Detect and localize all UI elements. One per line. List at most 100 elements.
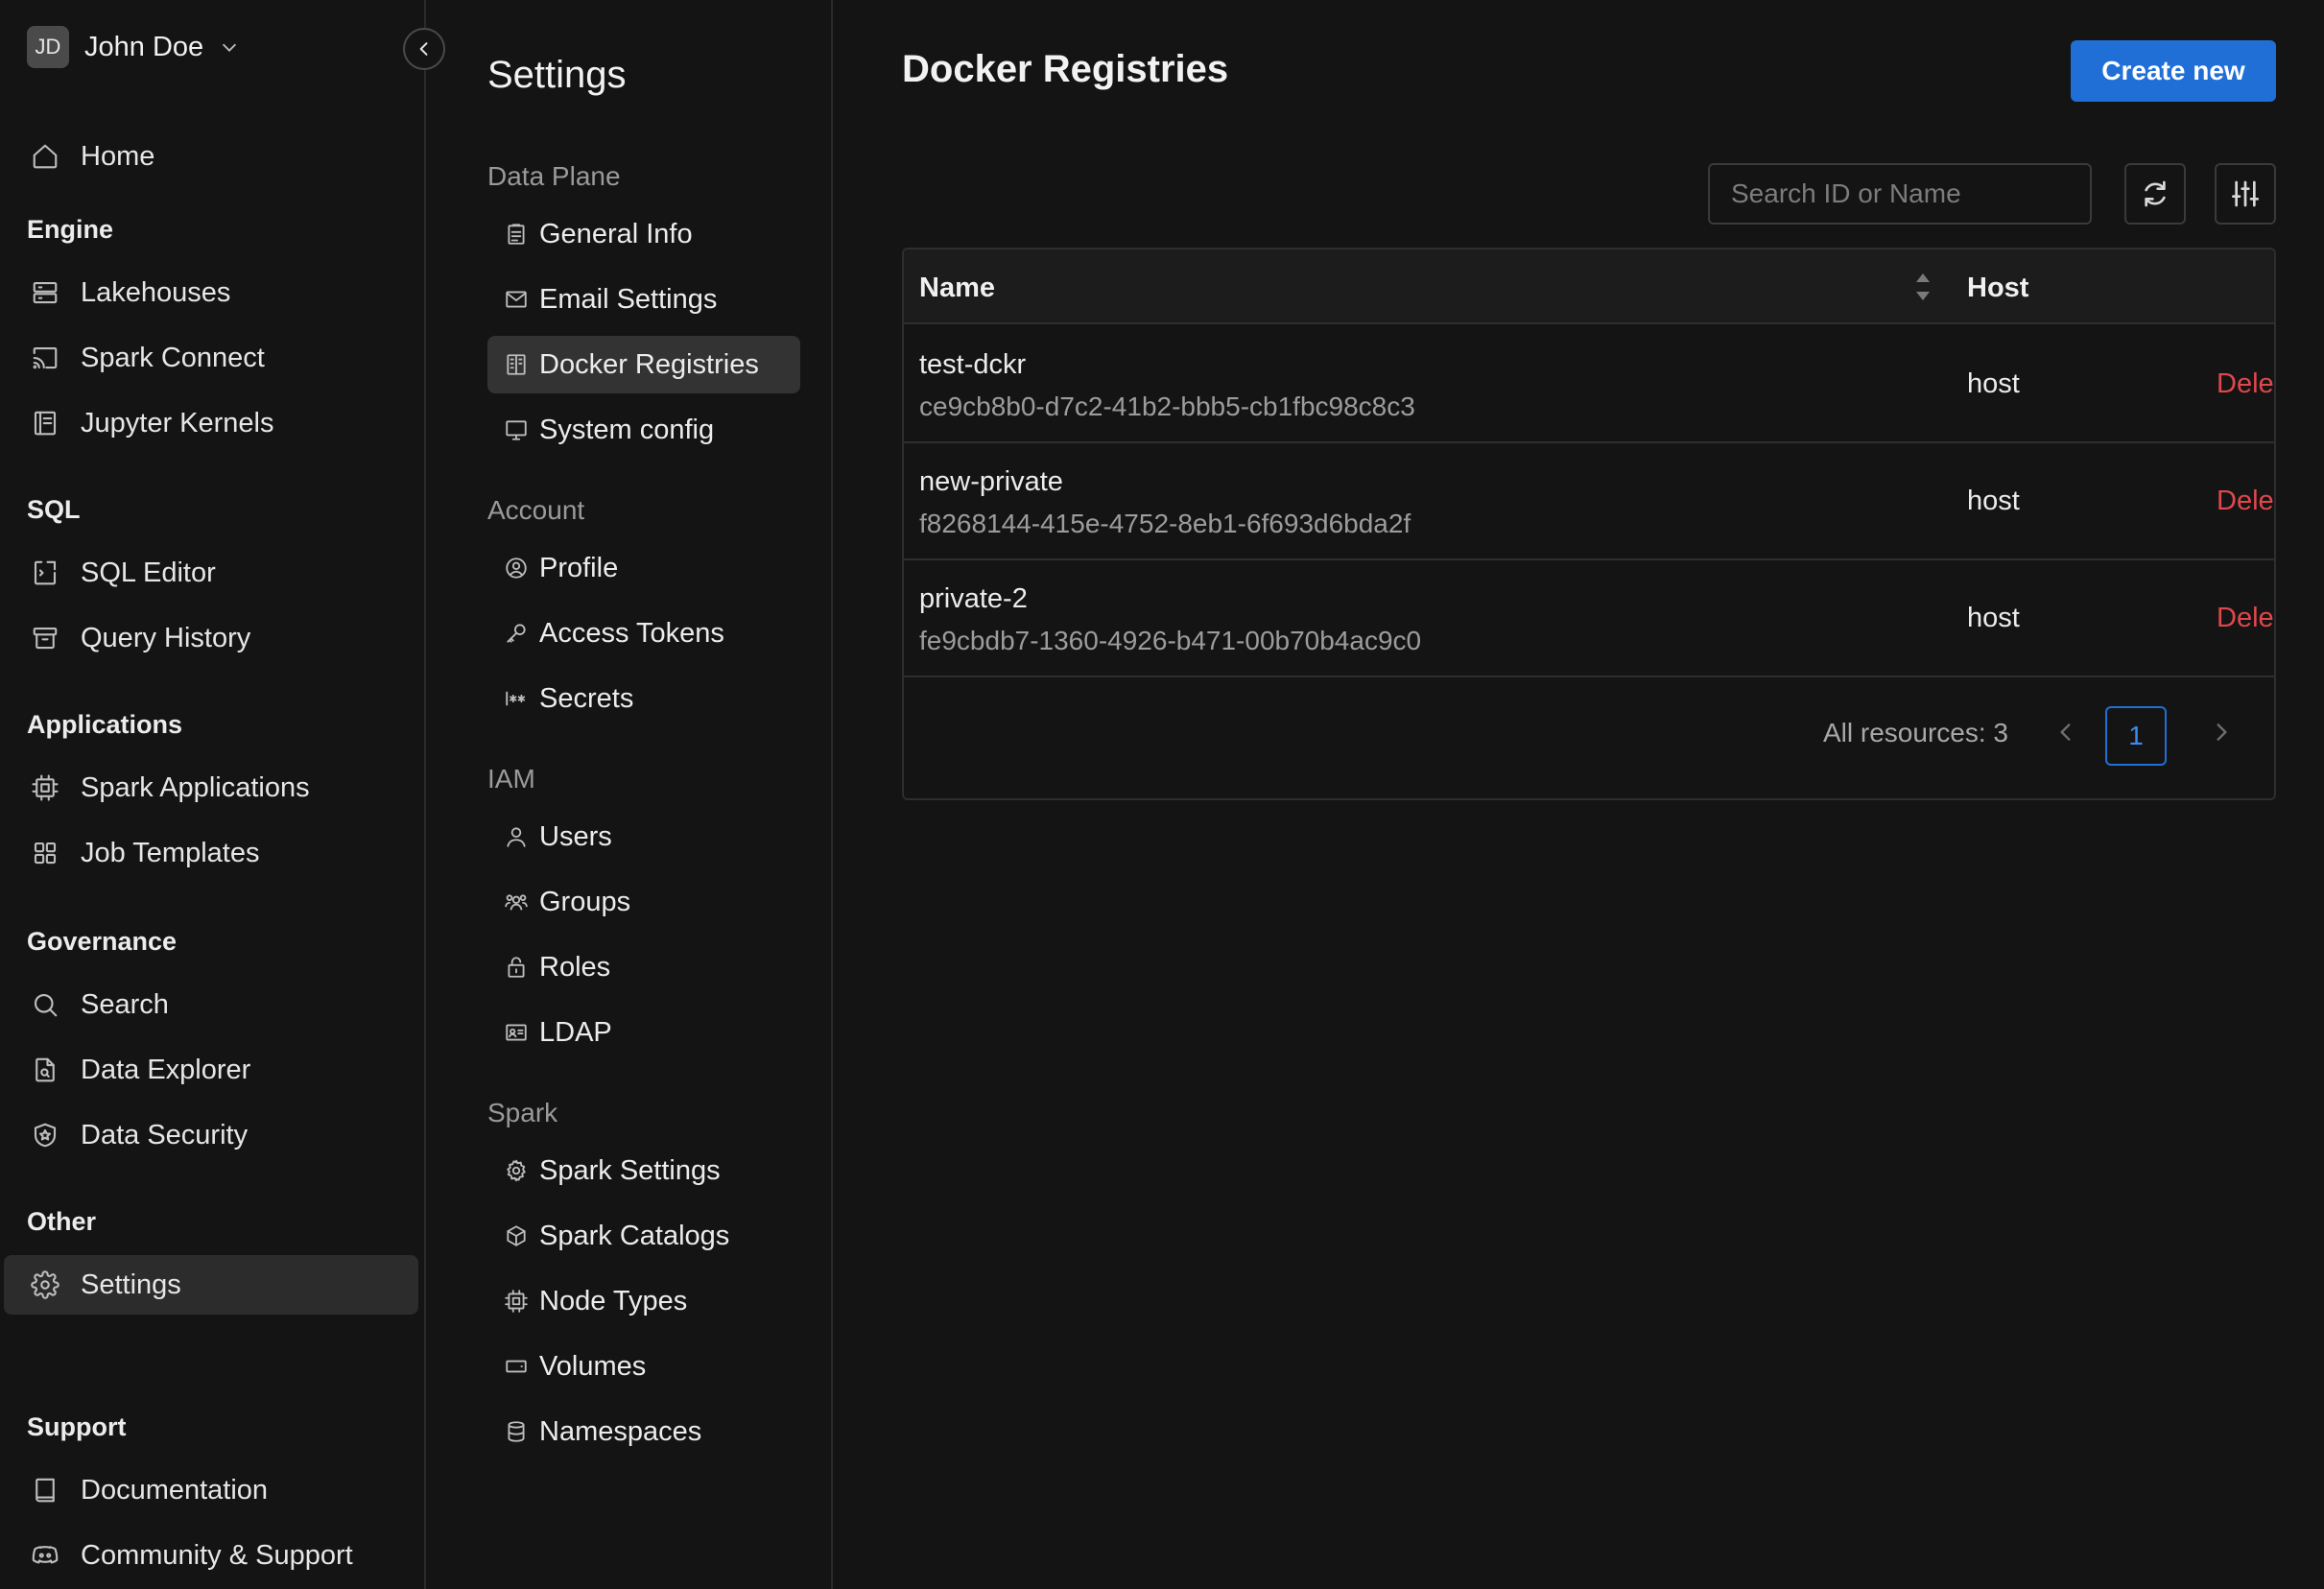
registry-name: new-private	[919, 466, 1063, 497]
settings-item-profile[interactable]: Profile	[487, 539, 800, 597]
mail-icon	[503, 286, 530, 313]
settings-item-users[interactable]: Users	[487, 808, 800, 866]
table-row: test-dckr ce9cb8b0-d7c2-41b2-bbb5-cb1fbc…	[904, 326, 2274, 443]
sidebar-item-sql-editor[interactable]: SQL Editor	[4, 543, 418, 603]
settings-item-roles[interactable]: Roles	[487, 938, 800, 996]
cpu-icon	[503, 1288, 530, 1315]
settings-item-label: Groups	[539, 886, 631, 917]
user-circle-icon	[503, 555, 530, 581]
sidebar-item-label: Lakehouses	[81, 276, 231, 308]
sidebar-group-engine: Engine	[27, 215, 114, 244]
delete-button[interactable]: Delete	[2217, 486, 2274, 517]
sidebar-item-search[interactable]: Search	[4, 975, 418, 1034]
settings-item-secrets[interactable]: Secrets	[487, 670, 800, 727]
main-content: Docker Registries Create new Name Host t…	[835, 0, 2324, 1589]
page-number-current[interactable]: 1	[2105, 706, 2167, 766]
sidebar-item-data-explorer[interactable]: Data Explorer	[4, 1040, 418, 1100]
delete-button[interactable]: Delete	[2217, 368, 2274, 400]
delete-button[interactable]: Delete	[2217, 603, 2274, 634]
settings-item-namespaces[interactable]: Namespaces	[487, 1403, 800, 1460]
total-count: All resources: 3	[1823, 718, 2008, 747]
chevron-down-icon	[219, 36, 240, 58]
key-icon	[503, 620, 530, 647]
sidebar-item-community[interactable]: Community & Support	[4, 1526, 418, 1585]
registry-host: host	[1967, 486, 2020, 516]
settings-nav: Settings Data Plane General Info Email S…	[428, 0, 833, 1589]
monitor-icon	[503, 416, 530, 443]
chevron-right-icon	[2209, 720, 2238, 745]
password-icon	[503, 685, 530, 712]
settings-item-spark-settings[interactable]: Spark Settings	[487, 1142, 800, 1199]
create-new-button[interactable]: Create new	[2071, 40, 2276, 102]
sidebar-item-label: Data Security	[81, 1119, 249, 1150]
settings-item-general-info[interactable]: General Info	[487, 205, 800, 263]
sidebar-item-home[interactable]: Home	[4, 127, 418, 186]
next-page-button[interactable]	[2209, 720, 2238, 748]
settings-title: Settings	[487, 54, 627, 96]
settings-item-label: Roles	[539, 951, 611, 983]
clipboard-icon	[503, 221, 530, 248]
registry-host: host	[1967, 603, 2020, 633]
settings-item-email-settings[interactable]: Email Settings	[487, 271, 800, 328]
settings-item-spark-catalogs[interactable]: Spark Catalogs	[487, 1207, 800, 1265]
settings-item-label: Secrets	[539, 682, 634, 714]
collapse-sidebar-button[interactable]	[403, 28, 445, 70]
sidebar-item-settings[interactable]: Settings	[4, 1255, 418, 1315]
sidebar-item-spark-applications[interactable]: Spark Applications	[4, 758, 418, 818]
shield-icon	[29, 1119, 61, 1151]
settings-item-label: LDAP	[539, 1016, 612, 1048]
hard-drive-icon	[503, 1353, 530, 1380]
settings-item-label: General Info	[539, 218, 693, 249]
column-header-name[interactable]: Name	[919, 273, 995, 304]
registry-id: fe9cbdb7-1360-4926-b471-00b70b4ac9c0	[919, 626, 1422, 655]
sidebar-item-data-security[interactable]: Data Security	[4, 1105, 418, 1165]
settings-item-groups[interactable]: Groups	[487, 873, 800, 931]
sidebar-group-sql: SQL	[27, 495, 81, 524]
settings-item-system-config[interactable]: System config	[487, 401, 800, 459]
settings-group-data-plane: Data Plane	[487, 161, 621, 191]
home-icon	[29, 140, 61, 173]
refresh-icon	[2140, 178, 2170, 209]
database-icon	[503, 1418, 530, 1445]
table-header: Name Host	[904, 249, 2274, 324]
sidebar-item-jupyter-kernels[interactable]: Jupyter Kernels	[4, 393, 418, 453]
sort-icon[interactable]	[1911, 271, 1934, 303]
sidebar-item-label: Jupyter Kernels	[81, 407, 274, 439]
column-settings-button[interactable]	[2215, 163, 2276, 225]
gear-icon	[29, 1269, 61, 1301]
id-card-icon	[503, 1019, 530, 1046]
settings-group-iam: IAM	[487, 764, 535, 794]
settings-item-label: Docker Registries	[539, 348, 759, 380]
sidebar-item-label: Job Templates	[81, 837, 260, 868]
table-row: private-2 fe9cbdb7-1360-4926-b471-00b70b…	[904, 560, 2274, 677]
settings-item-ldap[interactable]: LDAP	[487, 1004, 800, 1061]
cast-icon	[29, 342, 61, 374]
registry-host: host	[1967, 368, 2020, 399]
chevron-left-icon	[2053, 720, 2082, 745]
sidebar-item-lakehouses[interactable]: Lakehouses	[4, 263, 418, 322]
user-menu[interactable]: JD John Doe	[27, 25, 240, 69]
sidebar-item-label: Spark Connect	[81, 342, 265, 373]
sidebar-item-job-templates[interactable]: Job Templates	[4, 823, 418, 883]
refresh-button[interactable]	[2124, 163, 2186, 225]
sidebar-item-query-history[interactable]: Query History	[4, 608, 418, 668]
settings-item-label: Node Types	[539, 1285, 688, 1316]
archive-icon	[29, 622, 61, 654]
user-icon	[503, 823, 530, 850]
settings-item-access-tokens[interactable]: Access Tokens	[487, 605, 800, 662]
sidebar-item-label: Documentation	[81, 1474, 269, 1506]
settings-item-label: Volumes	[539, 1350, 647, 1382]
settings-item-volumes[interactable]: Volumes	[487, 1338, 800, 1395]
sidebar-item-label: Data Explorer	[81, 1054, 251, 1085]
settings-item-docker-registries[interactable]: Docker Registries	[487, 336, 800, 393]
sidebar-item-spark-connect[interactable]: Spark Connect	[4, 328, 418, 388]
sidebar-group-applications: Applications	[27, 710, 183, 739]
sidebar-item-documentation[interactable]: Documentation	[4, 1460, 418, 1520]
settings-item-label: Email Settings	[539, 283, 718, 315]
search-input[interactable]	[1708, 163, 2092, 225]
prev-page-button[interactable]	[2053, 720, 2082, 748]
settings-item-node-types[interactable]: Node Types	[487, 1272, 800, 1330]
settings-item-label: Namespaces	[539, 1415, 702, 1447]
sliders-icon	[2230, 178, 2261, 209]
avatar: JD	[27, 26, 69, 68]
